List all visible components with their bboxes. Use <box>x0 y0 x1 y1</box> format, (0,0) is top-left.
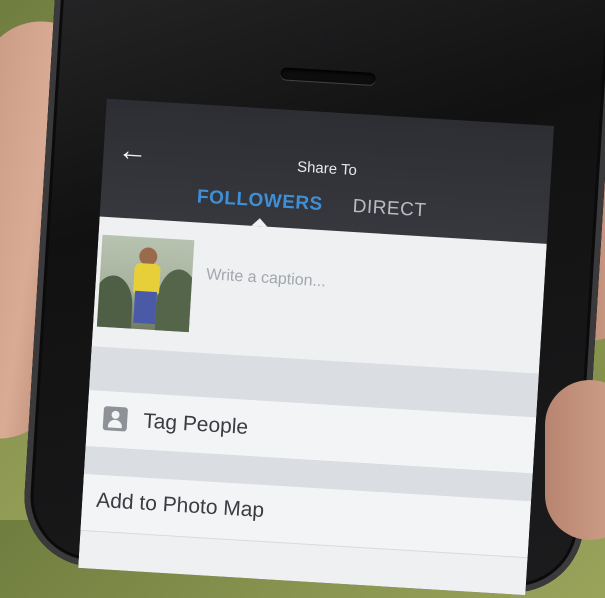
person-tag-icon <box>102 406 129 432</box>
photo-thumbnail <box>96 234 195 333</box>
phone-screen: ← Share To FOLLOWERS DIRECT Tag People <box>78 98 555 596</box>
share-content: Tag People Add to Photo Map <box>78 216 547 596</box>
thumb-tree-right <box>154 268 195 333</box>
tab-direct[interactable]: DIRECT <box>352 196 427 222</box>
earpiece-speaker <box>280 67 376 86</box>
right-thumb <box>545 380 605 540</box>
thumb-figure-body <box>133 262 161 295</box>
caption-input[interactable] <box>203 259 529 311</box>
tab-followers[interactable]: FOLLOWERS <box>196 186 323 216</box>
thumb-figure-legs <box>133 290 158 325</box>
phone-device: ← Share To FOLLOWERS DIRECT Tag People <box>20 0 605 597</box>
front-camera <box>322 31 336 45</box>
thumb-tree-left <box>96 274 135 333</box>
tag-people-label: Tag People <box>142 409 249 439</box>
add-to-photo-map-label: Add to Photo Map <box>95 488 265 523</box>
page-title: Share To <box>296 158 358 180</box>
